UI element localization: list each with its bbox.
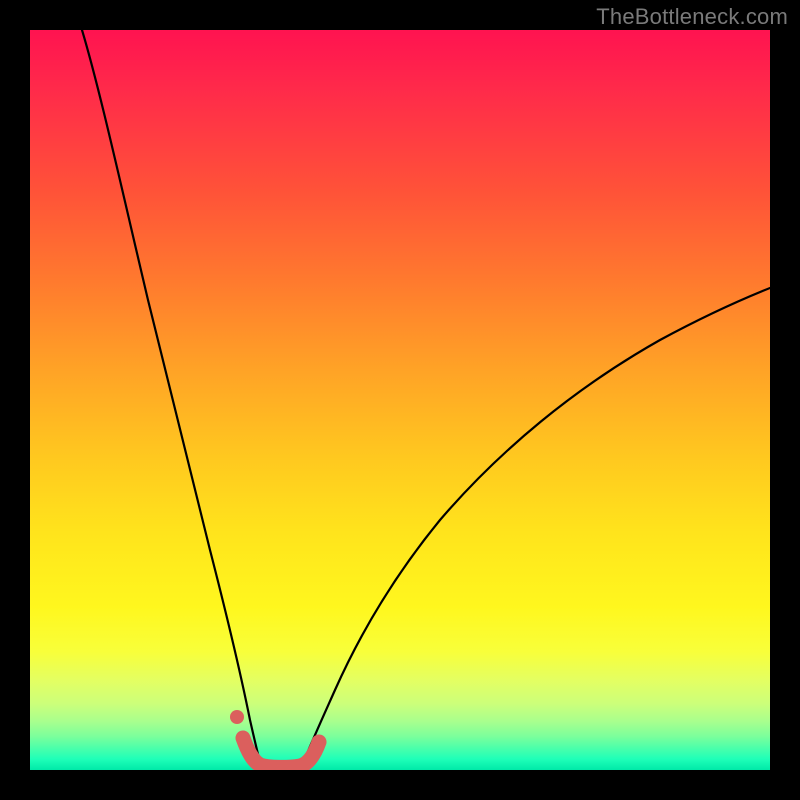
curve-layer — [30, 30, 770, 770]
right-branch-curve — [302, 288, 770, 766]
left-branch-curve — [82, 30, 261, 766]
watermark-text: TheBottleneck.com — [596, 4, 788, 30]
plot-area — [30, 30, 770, 770]
chart-frame: TheBottleneck.com — [0, 0, 800, 800]
isolated-dot — [230, 710, 244, 724]
